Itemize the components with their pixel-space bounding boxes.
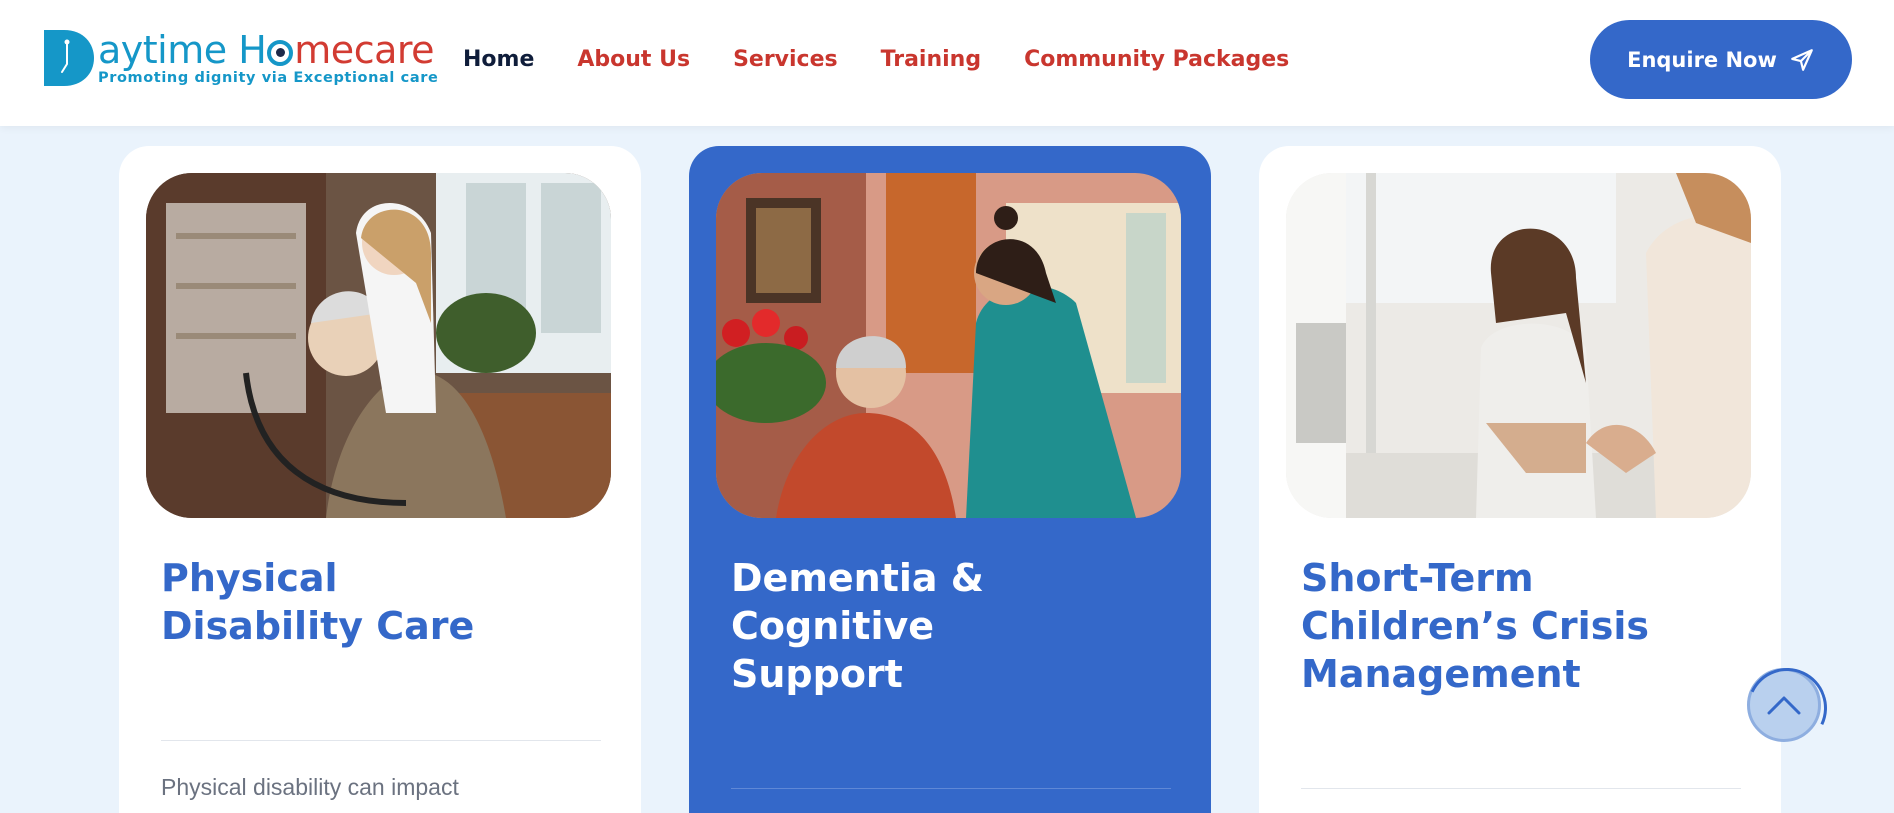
card-divider	[161, 740, 601, 741]
card-image-caregiver-elderly-man	[146, 173, 611, 518]
card-image-counselling-session	[1286, 173, 1751, 518]
brand-title-part1: aytime H	[98, 28, 267, 72]
enquire-now-button[interactable]: Enquire Now	[1590, 20, 1852, 99]
brand-title-part3: care	[353, 28, 435, 72]
card-divider	[1301, 788, 1741, 789]
logo-o-icon	[267, 40, 294, 66]
nav-about-us[interactable]: About Us	[577, 47, 690, 72]
chevron-up-icon	[1767, 696, 1801, 715]
nav-community-packages[interactable]: Community Packages	[1024, 47, 1289, 72]
card-title: Dementia & Cognitive Support	[731, 556, 984, 696]
enquire-now-label: Enquire Now	[1627, 47, 1777, 72]
card-description: Physical disability can impact	[161, 774, 459, 800]
nav-home[interactable]: Home	[463, 47, 534, 72]
service-card-physical-disability[interactable]: Physical Disability Care Physical disabi…	[119, 146, 641, 813]
site-header: aytime H mecare Promoting dignity via Exc…	[0, 0, 1894, 126]
card-divider	[731, 788, 1171, 789]
card-title: Short-Term Children’s Crisis Management	[1301, 556, 1649, 696]
logo-d-mark-icon	[44, 30, 94, 86]
scroll-to-top-button[interactable]	[1747, 668, 1821, 742]
main-nav: Home About Us Services Training Communit…	[463, 42, 1332, 76]
brand-title: aytime H mecare	[98, 28, 435, 72]
nav-training[interactable]: Training	[881, 47, 981, 72]
brand-logo[interactable]: aytime H mecare Promoting dignity via Exc…	[44, 28, 438, 92]
brand-tagline: Promoting dignity via Exceptional care	[98, 70, 439, 86]
service-card-children-crisis[interactable]: Short-Term Children’s Crisis Management	[1259, 146, 1781, 813]
brand-title-part2: me	[294, 28, 354, 72]
send-icon	[1791, 48, 1813, 71]
card-title: Physical Disability Care	[161, 556, 475, 648]
card-image-nurse-elderly-woman	[716, 173, 1181, 518]
service-card-dementia[interactable]: Dementia & Cognitive Support	[689, 146, 1211, 813]
nav-services[interactable]: Services	[733, 47, 838, 72]
